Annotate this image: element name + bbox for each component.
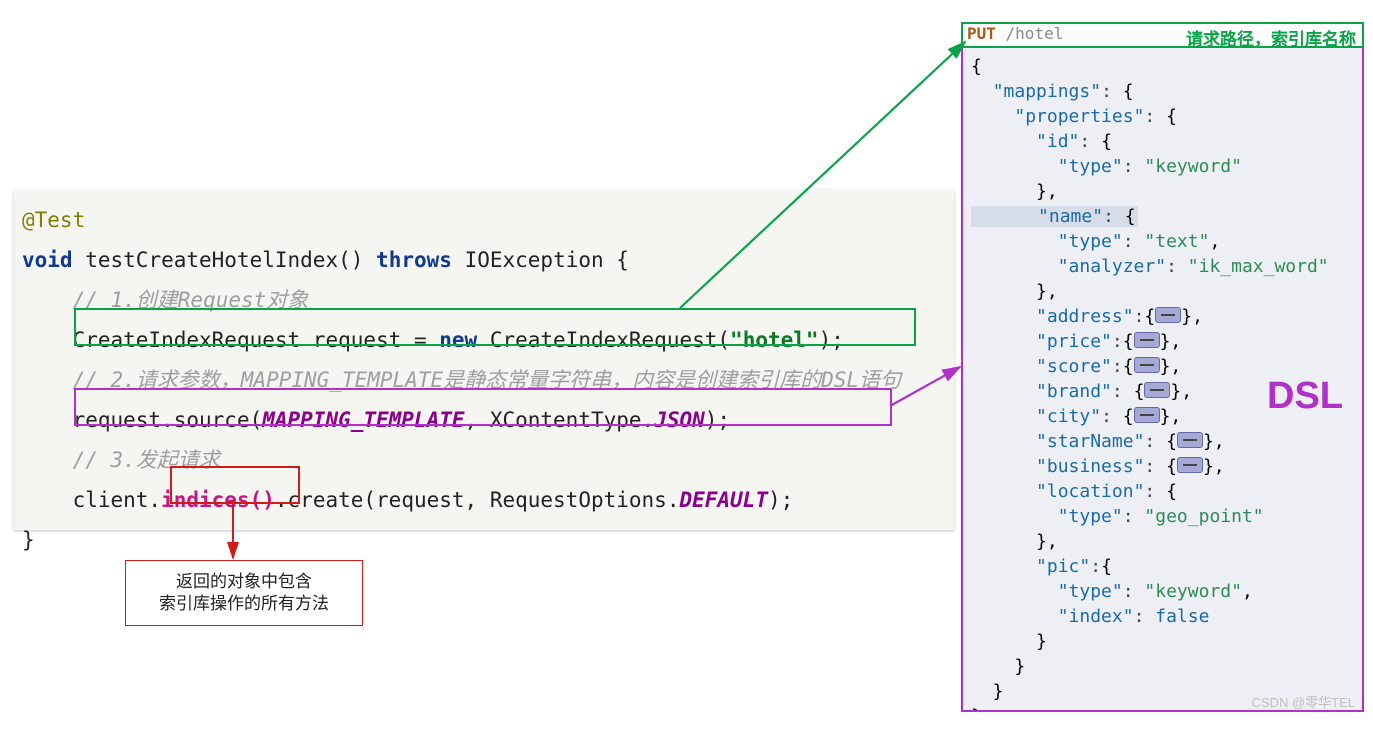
- red-annotation-box: 返回的对象中包含 索引库操作的所有方法: [125, 560, 363, 626]
- watermark: CSDN @零华TEL: [1252, 692, 1356, 711]
- test-annotation: @Test: [22, 208, 85, 232]
- java-code-block: @Test void testCreateHotelIndex() throws…: [14, 190, 954, 530]
- dsl-big-label: DSL: [1267, 375, 1343, 418]
- dsl-header: PUT /hotel 请求路径，索引库名称: [961, 22, 1364, 48]
- java-code: @Test void testCreateHotelIndex() throws…: [14, 190, 954, 568]
- dsl-json-block: { "mappings": { "properties": { "id": { …: [961, 22, 1364, 712]
- dsl-json-content: { "mappings": { "properties": { "id": { …: [963, 24, 1362, 712]
